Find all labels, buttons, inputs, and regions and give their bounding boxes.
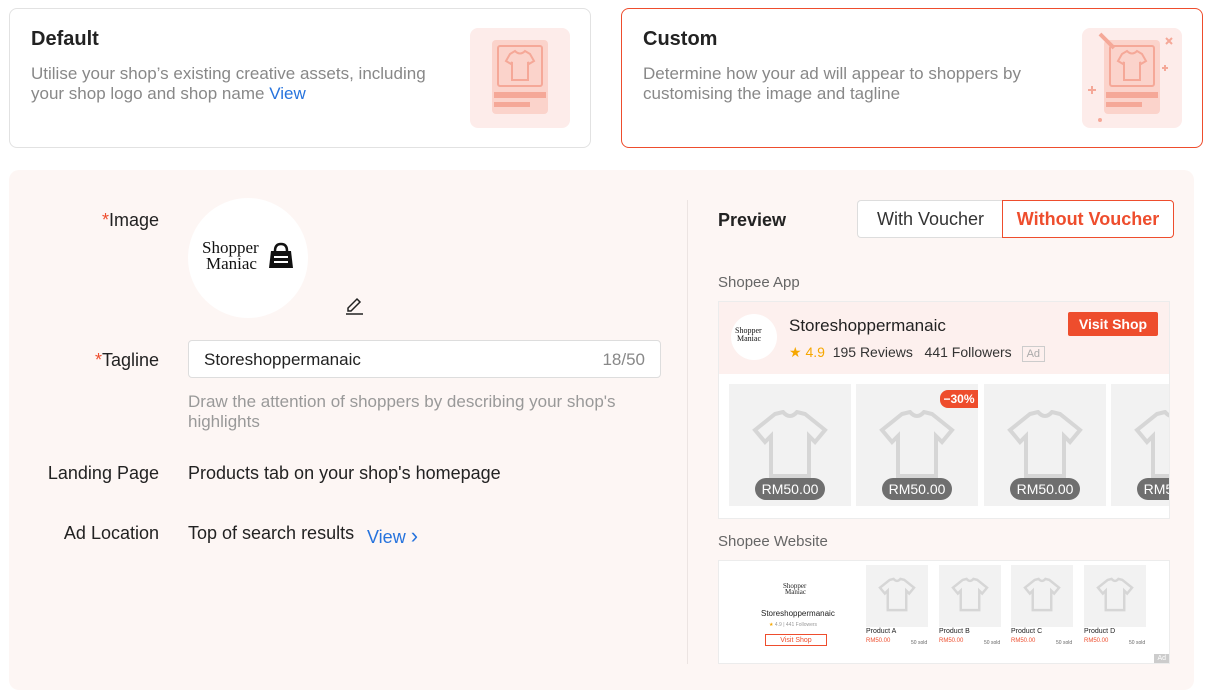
app-shop-name: Storeshoppermanaic [789,316,946,335]
custom-settings-panel: *Image Shopper Maniac *Tagline Storeshop… [9,170,1194,690]
app-preview-header: Shopper Maniac Storeshoppermanaic ★ 4.9 1… [719,302,1169,374]
tab-without-voucher[interactable]: Without Voucher [1002,200,1174,238]
product-price-tag: RM50.00 [755,478,825,500]
tagline-label: *Tagline [9,350,159,371]
option-title-default: Default [31,28,99,50]
shirt-icon [951,577,989,612]
web-product-price: RM50.00 [939,638,964,644]
shirt-icon [752,410,828,478]
star-icon: ★ [789,344,802,360]
app-product-card: RM50.00 [729,384,851,506]
web-product-name: Product A [866,628,897,635]
ad-location-view-link[interactable]: View › [367,523,418,549]
shopee-website-label: Shopee Website [718,533,828,550]
preview-title: Preview [718,210,787,230]
app-product-card: −30% RM50.00 [856,384,978,506]
option-desc-default-text: Utilise your shop’s existing creative as… [31,64,426,103]
web-product-price: RM50.00 [866,638,891,644]
shopping-bag-icon [269,242,293,268]
web-visit-shop-button: Visit Shop [765,634,827,646]
chevron-right-icon: › [410,523,419,548]
custom-illustration [1082,28,1182,128]
web-followers: 441 Followers [785,622,818,628]
tab-with-voucher[interactable]: With Voucher [857,200,1003,238]
app-ad-badge: Ad [1021,346,1046,362]
web-logo: Shopper Maniac [783,583,806,596]
web-logo-line-2: Maniac [785,588,806,596]
shirt-icon [1134,410,1169,478]
shopee-app-preview: Shopper Maniac Storeshoppermanaic ★ 4.9 1… [718,301,1170,519]
web-product-card [939,565,1001,627]
shirt-edit-icon [1088,32,1173,122]
app-product-card: RM50.00 [1111,384,1169,506]
star-icon: ★ [769,622,774,628]
panel-divider [687,200,688,664]
required-mark: * [101,210,109,230]
option-desc-custom: Determine how your ad will appear to sho… [643,64,1021,103]
product-price-tag: RM50.00 [1010,478,1080,500]
web-product-card [1084,565,1146,627]
image-label: *Image [9,210,159,231]
shirt-icon [1007,410,1083,478]
web-shop-name: Storeshoppermanaic [761,609,835,618]
view-default-assets-link[interactable]: View [269,84,306,103]
option-card-custom[interactable]: Custom Determine how your ad will appear… [621,8,1203,148]
web-product-sold: 50 sold [1129,640,1146,646]
ad-location-value: Top of search results [188,523,355,543]
ad-location-label: Ad Location [63,523,159,543]
option-desc-default: Utilise your shop’s existing creative as… [31,64,451,104]
web-ad-badge: Ad [1154,654,1169,663]
logo-text: Shopper Maniac [202,239,259,273]
app-logo-line-2: Maniac [737,334,761,343]
tagline-label-text: Tagline [101,350,159,370]
shirt-icon [1096,577,1134,612]
shopee-website-preview: Shopper Maniac Storeshoppermanaic ★ 4.9 |… [718,560,1170,664]
default-illustration [470,28,570,128]
web-rating-value: 4.9 [774,622,782,628]
tagline-input[interactable]: Storeshoppermanaic 18/50 [188,340,661,378]
product-price-tag: RM50.00 [1137,478,1169,500]
shirt-icon [879,410,955,478]
required-mark: * [94,350,102,370]
app-reviews: 195 Reviews [832,344,913,360]
web-product-price: RM50.00 [1011,638,1036,644]
discount-badge: −30% [940,390,978,408]
app-followers: 441 Followers [924,344,1012,360]
landing-page-label: Landing Page [47,463,159,483]
web-product-name: Product D [1084,628,1116,635]
shop-image-avatar[interactable]: Shopper Maniac [188,198,308,318]
edit-pencil-icon[interactable] [345,296,365,316]
app-preview-avatar: Shopper Maniac [731,314,777,360]
tagline-hint: Draw the attention of shoppers by descri… [188,392,616,431]
web-product-sold: 50 sold [1056,640,1073,646]
web-product-sold: 50 sold [984,640,1001,646]
ad-location-view-text: View [367,527,406,547]
landing-page-value: Products tab on your shop's homepage [188,463,501,483]
product-price-tag: RM50.00 [882,478,952,500]
shirt-card-icon [492,40,548,114]
shirt-icon [1023,577,1061,612]
web-product-card [1011,565,1073,627]
option-title-custom: Custom [643,28,718,50]
logo-line-2: Maniac [206,254,257,273]
web-product-price: RM50.00 [1084,638,1109,644]
web-product-sold: 50 sold [911,640,928,646]
app-rating-value: 4.9 [805,344,825,360]
app-rating-row: ★ 4.9 195 Reviews 441 Followers Ad [789,344,1046,362]
web-rating-row: ★ 4.9 | 441 Followers [769,622,818,628]
option-card-default[interactable]: Default Utilise your shop’s existing cre… [9,8,591,148]
shirt-icon [878,577,916,612]
tagline-char-count: 18/50 [602,350,645,369]
image-label-text: Image [108,210,159,230]
shopee-app-label: Shopee App [718,274,800,291]
tagline-input-value: Storeshoppermanaic [204,350,361,369]
app-product-card: RM50.00 [984,384,1106,506]
web-product-name: Product C [1011,628,1043,635]
web-product-card [866,565,928,627]
web-product-name: Product B [939,628,970,635]
app-visit-shop-button: Visit Shop [1068,312,1158,336]
app-preview-logo: Shopper Maniac [735,327,762,343]
